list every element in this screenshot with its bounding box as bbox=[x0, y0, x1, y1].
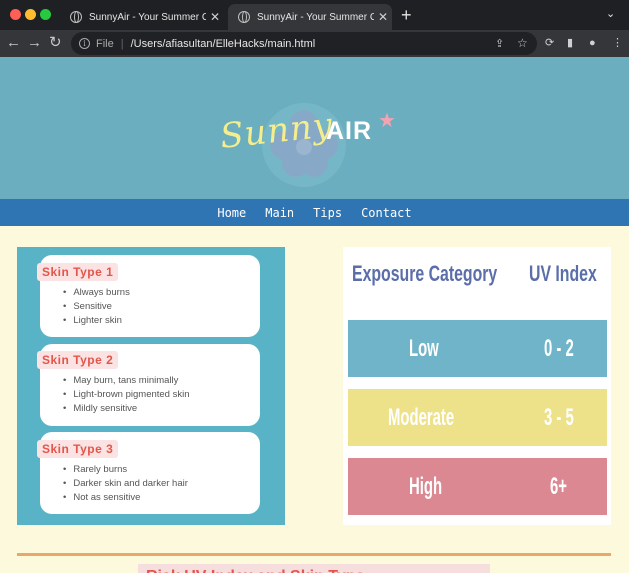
uv-index-value: 0 - 2 bbox=[544, 335, 574, 362]
back-button[interactable]: ← bbox=[6, 34, 21, 52]
tab-title: SunnyAir - Your Summer Comp bbox=[89, 11, 206, 23]
info-icon[interactable]: i bbox=[79, 38, 90, 49]
table-header-uv-index: UV Index bbox=[529, 261, 597, 286]
globe-icon bbox=[70, 11, 82, 23]
list-item: Always burns bbox=[63, 286, 130, 300]
skin-type-title: Skin Type 1 bbox=[37, 263, 119, 281]
hero-banner: Sunny AIR ★ bbox=[0, 57, 629, 199]
skin-type-traits: Always burns Sensitive Lighter skin bbox=[63, 286, 130, 328]
exposure-category: High bbox=[409, 473, 443, 500]
uv-index-value: 6+ bbox=[550, 473, 567, 500]
web-page: Sunny AIR ★ Home Main Tips Contact Skin … bbox=[0, 57, 629, 573]
list-item: May burn, tans minimally bbox=[63, 374, 190, 388]
skin-type-traits: May burn, tans minimally Light-brown pig… bbox=[63, 374, 190, 416]
window-close-button[interactable] bbox=[10, 9, 21, 20]
browser-tab-bar: SunnyAir - Your Summer Comp ✕ SunnyAir -… bbox=[0, 0, 629, 30]
url-separator: | bbox=[120, 37, 124, 50]
extension-icon[interactable]: ⟳ bbox=[545, 37, 554, 49]
nav-link-contact[interactable]: Contact bbox=[361, 206, 412, 220]
skin-type-title: Skin Type 3 bbox=[37, 440, 119, 458]
star-icon: ★ bbox=[378, 110, 396, 132]
menu-icon[interactable]: ⋮ bbox=[612, 37, 623, 49]
table-header-category: Exposure Category bbox=[352, 261, 498, 286]
nav-link-tips[interactable]: Tips bbox=[313, 206, 342, 220]
logo-text-air: AIR bbox=[326, 117, 373, 145]
reload-button[interactable]: ↻ bbox=[49, 34, 62, 52]
table-row: Low 0 - 2 bbox=[348, 320, 607, 377]
skin-type-traits: Rarely burns Darker skin and darker hair… bbox=[63, 463, 188, 505]
new-tab-button[interactable]: + bbox=[401, 6, 412, 24]
nav-link-home[interactable]: Home bbox=[217, 206, 246, 220]
browser-tab[interactable]: SunnyAir - Your Summer Comp ✕ bbox=[60, 4, 224, 30]
chevron-down-icon[interactable]: ⌄ bbox=[606, 7, 615, 20]
table-row: Moderate 3 - 5 bbox=[348, 389, 607, 446]
list-item: Not as sensitive bbox=[63, 491, 188, 505]
forward-button[interactable]: → bbox=[27, 34, 42, 52]
exposure-category: Low bbox=[409, 335, 439, 362]
nav-link-main[interactable]: Main bbox=[265, 206, 294, 220]
address-bar[interactable]: i File | /Users/afiasultan/ElleHacks/mai… bbox=[71, 32, 537, 55]
skin-type-title: Skin Type 2 bbox=[37, 351, 119, 369]
profile-icon[interactable]: ● bbox=[589, 37, 596, 49]
skin-types-panel: Skin Type 1 Always burns Sensitive Light… bbox=[17, 247, 285, 525]
url-scheme: File bbox=[96, 37, 114, 50]
list-item: Lighter skin bbox=[63, 314, 130, 328]
list-item: Mildly sensitive bbox=[63, 402, 190, 416]
close-icon[interactable]: ✕ bbox=[206, 10, 224, 24]
window-minimize-button[interactable] bbox=[25, 9, 36, 20]
section-heading: Risk UV Index and Skin Type bbox=[138, 564, 490, 573]
list-item: Sensitive bbox=[63, 300, 130, 314]
share-icon[interactable]: ⇪ bbox=[495, 37, 504, 50]
uv-index-table: Exposure Category UV Index Low 0 - 2 Mod… bbox=[343, 247, 611, 525]
list-item: Darker skin and darker hair bbox=[63, 477, 188, 491]
globe-icon bbox=[238, 11, 250, 23]
side-panel-icon[interactable]: ▮ bbox=[567, 37, 573, 49]
section-divider bbox=[17, 553, 611, 556]
list-item: Rarely burns bbox=[63, 463, 188, 477]
site-nav: Home Main Tips Contact bbox=[0, 199, 629, 226]
bookmark-star-icon[interactable]: ☆ bbox=[517, 36, 528, 50]
list-item: Light-brown pigmented skin bbox=[63, 388, 189, 402]
table-row: High 6+ bbox=[348, 458, 607, 515]
exposure-category: Moderate bbox=[388, 404, 455, 431]
window-zoom-button[interactable] bbox=[40, 9, 51, 20]
tab-title: SunnyAir - Your Summer Comp bbox=[257, 11, 374, 23]
url-text[interactable]: /Users/afiasultan/ElleHacks/main.html bbox=[131, 38, 316, 50]
close-icon[interactable]: ✕ bbox=[374, 10, 392, 24]
browser-toolbar: ← → ↻ i File | /Users/afiasultan/ElleHac… bbox=[0, 30, 629, 57]
browser-tab-active[interactable]: SunnyAir - Your Summer Comp ✕ bbox=[228, 4, 392, 30]
uv-index-value: 3 - 5 bbox=[544, 404, 574, 431]
